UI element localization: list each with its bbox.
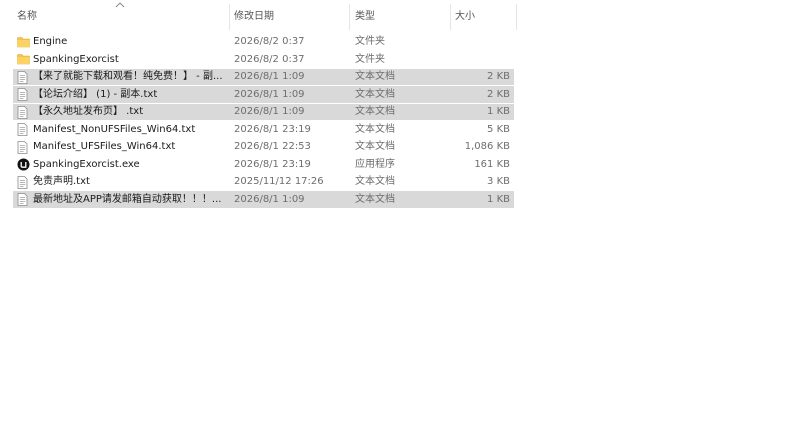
file-size: 5 KB [487, 123, 510, 135]
file-modified-date: 2026/8/1 1:09 [234, 106, 305, 117]
text-file-icon [17, 191, 31, 209]
file-type: 文本文档 [355, 176, 395, 187]
file-name[interactable]: 最新地址及APP请发邮箱自动获取！！！... [33, 191, 225, 209]
column-divider[interactable] [349, 4, 350, 30]
file-list: Engine 2026/8/2 0:37 文件夹 SpankingExorcist 20… [0, 33, 800, 208]
file-row[interactable]: 最新地址及APP请发邮箱自动获取！！！... 2026/8/1 1:09 文本文档 1… [0, 191, 800, 209]
file-row[interactable]: Manifest_NonUFSFiles_Win64.txt 2026/8/1 2… [0, 121, 800, 139]
file-type: 文本文档 [355, 141, 395, 152]
folder-icon [17, 33, 31, 51]
file-modified-date: 2026/8/1 1:09 [234, 71, 305, 82]
file-type: 文本文档 [355, 106, 395, 117]
file-size: 2 KB [487, 71, 510, 82]
file-row[interactable]: 【来了就能下载和观看！纯免费！】 - 副... 2026/8/1 1:09 文本文档… [0, 68, 800, 86]
file-modified-date: 2026/8/1 22:53 [234, 141, 311, 152]
column-divider[interactable] [450, 4, 451, 30]
file-name[interactable]: SpankingExorcist.exe [33, 156, 225, 174]
file-type: 文本文档 [355, 71, 395, 82]
file-modified-date: 2026/8/2 0:37 [234, 53, 305, 65]
file-name[interactable]: 【来了就能下载和观看！纯免费！】 - 副... [33, 68, 225, 86]
column-header-bar: 名称 修改日期 类型 大小 [0, 0, 800, 34]
file-name[interactable]: Manifest_NonUFSFiles_Win64.txt [33, 121, 225, 139]
file-name[interactable]: 【永久地址发布页】 .txt [33, 103, 225, 121]
file-modified-date: 2026/8/1 23:19 [234, 123, 311, 135]
file-row[interactable]: SpankingExorcist 2026/8/2 0:37 文件夹 [0, 51, 800, 69]
file-row[interactable]: 【永久地址发布页】 .txt 2026/8/1 1:09 文本文档 1 KB [0, 103, 800, 121]
file-size: 1 KB [487, 193, 510, 205]
column-divider[interactable] [516, 4, 517, 30]
text-file-icon [17, 86, 31, 104]
file-type: 文件夹 [355, 36, 385, 47]
file-size: 161 KB [474, 158, 510, 170]
file-row[interactable]: Engine 2026/8/2 0:37 文件夹 [0, 33, 800, 51]
column-divider[interactable] [229, 4, 230, 30]
file-modified-date: 2026/8/1 1:09 [234, 88, 305, 100]
unreal-engine-icon [17, 156, 31, 174]
file-name[interactable]: Manifest_UFSFiles_Win64.txt [33, 138, 225, 156]
text-file-icon [17, 121, 31, 139]
file-type: 文本文档 [355, 123, 395, 135]
file-size: 2 KB [487, 88, 510, 100]
column-header-date[interactable]: 修改日期 [234, 0, 346, 34]
file-size: 1 KB [487, 106, 510, 117]
file-modified-date: 2026/8/1 23:19 [234, 158, 311, 170]
folder-icon [17, 51, 31, 69]
text-file-icon [17, 138, 31, 156]
file-name[interactable]: SpankingExorcist [33, 51, 225, 69]
file-row[interactable]: 免责声明.txt 2025/11/12 17:26 文本文档 3 KB [0, 173, 800, 191]
file-modified-date: 2026/8/1 1:09 [234, 193, 305, 205]
file-type: 文本文档 [355, 88, 395, 100]
file-modified-date: 2025/11/12 17:26 [234, 176, 324, 187]
file-name[interactable]: Engine [33, 33, 225, 51]
file-size [450, 51, 510, 69]
file-type: 文本文档 [355, 193, 395, 205]
file-row[interactable]: 【论坛介绍】 (1) - 副本.txt 2026/8/1 1:09 文本文档 2 KB [0, 86, 800, 104]
file-size [450, 33, 510, 51]
file-row[interactable]: Manifest_UFSFiles_Win64.txt 2026/8/1 22:5… [0, 138, 800, 156]
column-header-name[interactable]: 名称 [17, 0, 227, 34]
file-size: 3 KB [487, 176, 510, 187]
text-file-icon [17, 68, 31, 86]
file-modified-date: 2026/8/2 0:37 [234, 36, 305, 47]
file-name[interactable]: 【论坛介绍】 (1) - 副本.txt [33, 86, 225, 104]
file-explorer: 名称 修改日期 类型 大小 Engine 2026/8/2 0:37 文件夹 Span… [0, 0, 800, 434]
column-header-type[interactable]: 类型 [355, 0, 447, 34]
file-type: 文件夹 [355, 53, 385, 65]
file-row[interactable]: SpankingExorcist.exe 2026/8/1 23:19 应用程序 16… [0, 156, 800, 174]
column-header-size[interactable]: 大小 [455, 0, 515, 34]
text-file-icon [17, 103, 31, 121]
text-file-icon [17, 173, 31, 191]
file-type: 应用程序 [355, 158, 395, 170]
file-size: 1,086 KB [464, 141, 510, 152]
file-name[interactable]: 免责声明.txt [33, 173, 225, 191]
